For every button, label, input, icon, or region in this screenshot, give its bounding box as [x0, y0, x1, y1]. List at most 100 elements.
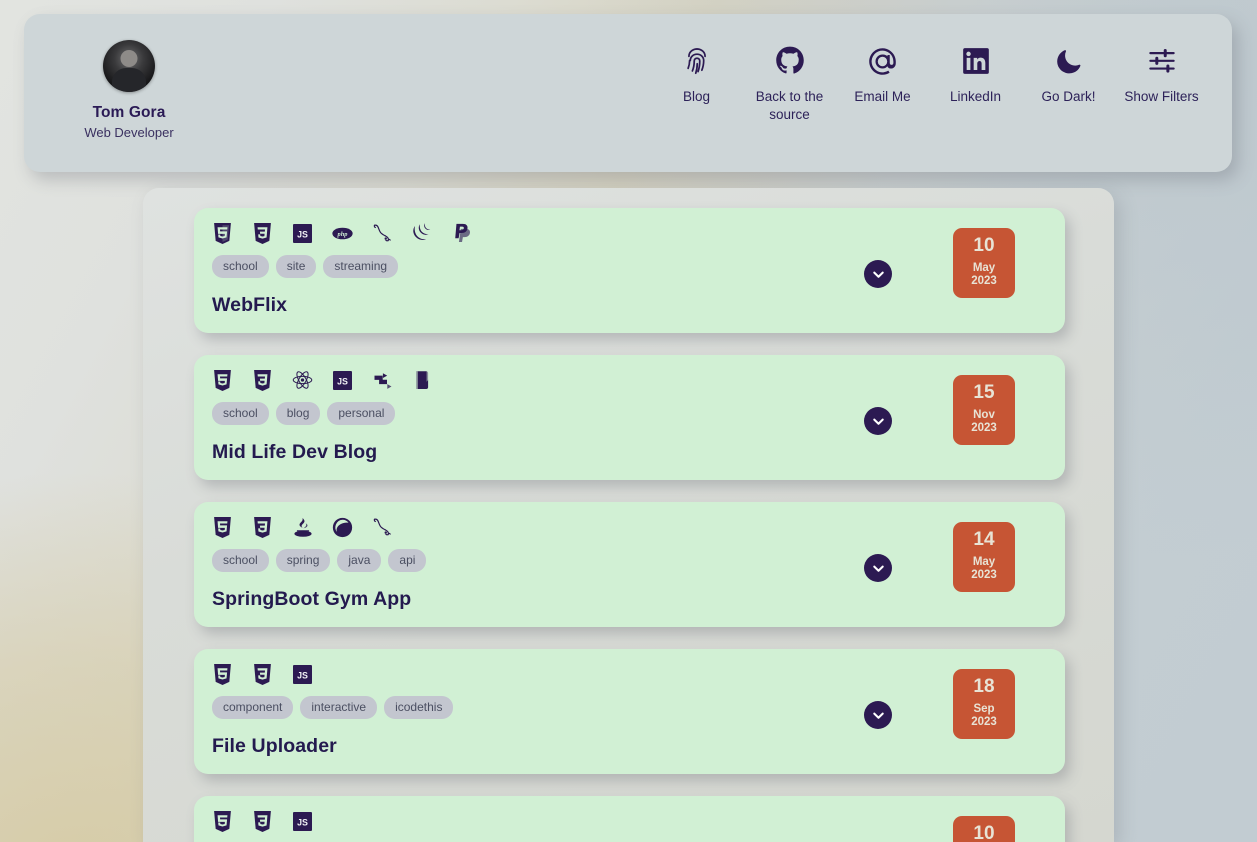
project-card-body: JS school blog personal Mid Life Dev Blo…	[212, 369, 835, 464]
nav-item-back-to-the-source[interactable]: Back to the source	[743, 44, 836, 124]
date-month: May	[972, 261, 996, 274]
javascript-icon: JS	[292, 223, 313, 244]
nav-item-blog[interactable]: Blog	[650, 44, 743, 106]
nav-label: Back to the source	[755, 89, 824, 122]
date-cell: 10	[921, 810, 1047, 842]
tech-icon-row: JS	[212, 663, 835, 685]
html5-icon	[212, 810, 233, 832]
css3-icon	[252, 369, 273, 391]
javascript-icon: JS	[292, 811, 313, 832]
tech-icon-row: JS php	[212, 222, 835, 244]
tech-icon-row: JS	[212, 369, 835, 391]
date-month: Sep	[973, 702, 995, 715]
tag-row: component interactive icodethis	[212, 696, 835, 719]
css3-icon	[252, 222, 273, 244]
date-badge: 15 Nov 2023	[953, 375, 1015, 446]
expand-button[interactable]	[864, 554, 892, 582]
expand-button[interactable]	[864, 260, 892, 288]
expand-cell	[835, 516, 921, 582]
date-day: 15	[973, 382, 995, 403]
nav-item-show-filters[interactable]: Show Filters	[1115, 44, 1208, 106]
project-title: Mid Life Dev Blog	[212, 441, 378, 463]
date-cell: 18 Sep 2023	[921, 663, 1047, 740]
tech-icon-row	[212, 516, 835, 538]
svg-text:JS: JS	[337, 376, 348, 386]
tag[interactable]: school	[212, 255, 269, 278]
tag[interactable]: component	[212, 696, 294, 719]
project-card-body: JS component interactive icodethis File …	[212, 663, 835, 758]
spring-icon	[332, 517, 353, 538]
tech-icon-row: JS	[212, 810, 835, 832]
html5-icon	[212, 516, 233, 538]
expand-button[interactable]	[864, 407, 892, 435]
project-card[interactable]: JS tutorial app oop custom 10	[194, 796, 1065, 842]
date-day: 10	[973, 235, 995, 256]
project-card[interactable]: JS php school site streaming WebFlix 10 …	[194, 208, 1065, 333]
javascript-icon: JS	[292, 664, 313, 685]
sliders-icon	[1147, 44, 1177, 78]
project-title: File Uploader	[212, 735, 337, 757]
date-badge: 10	[953, 816, 1015, 842]
chevron-down-icon	[872, 712, 884, 719]
tag-row: school spring java api	[212, 549, 835, 572]
date-cell: 15 Nov 2023	[921, 369, 1047, 446]
css3-icon	[252, 663, 273, 685]
date-cell: 10 May 2023	[921, 222, 1047, 299]
tag[interactable]: spring	[275, 549, 331, 572]
nav-item-linkedin[interactable]: LinkedIn	[929, 44, 1022, 106]
tag[interactable]: interactive	[300, 696, 378, 719]
linkedin-icon	[962, 44, 990, 78]
nav-item-go-dark[interactable]: Go Dark!	[1022, 44, 1115, 106]
date-day: 14	[973, 529, 995, 550]
expand-cell	[835, 663, 921, 729]
jquery-icon	[412, 223, 433, 244]
project-title: SpringBoot Gym App	[212, 588, 412, 610]
nav-label: Blog	[682, 89, 711, 104]
project-card-list: JS php school site streaming WebFlix 10 …	[143, 208, 1114, 842]
mysql-icon	[372, 223, 393, 244]
tag-row: school blog personal	[212, 402, 835, 425]
html5-icon	[212, 663, 233, 685]
nav-label: Email Me	[854, 89, 911, 104]
project-card-body: JS tutorial app oop custom	[212, 810, 835, 842]
nav-label: Show Filters	[1124, 89, 1199, 104]
tag[interactable]: school	[212, 549, 269, 572]
notebook-icon	[412, 370, 433, 391]
project-card[interactable]: school spring java api SpringBoot Gym Ap…	[194, 502, 1065, 627]
tag[interactable]: java	[337, 549, 382, 572]
tag[interactable]: streaming	[323, 255, 399, 278]
main-navigation: Blog Back to the source Email Me LinkedI…	[210, 30, 1208, 124]
tag[interactable]: blog	[275, 402, 321, 425]
project-title: WebFlix	[212, 294, 288, 316]
tag[interactable]: site	[275, 255, 317, 278]
profile-role: Web Developer	[84, 125, 174, 140]
svg-text:JS: JS	[297, 229, 308, 239]
paypal-icon	[452, 223, 473, 244]
expand-cell	[835, 222, 921, 288]
date-year: 2023	[971, 422, 997, 435]
html5-icon	[212, 222, 233, 244]
css3-icon	[252, 516, 273, 538]
projects-panel: JS php school site streaming WebFlix 10 …	[143, 188, 1114, 842]
moon-icon	[1055, 44, 1083, 78]
tag[interactable]: school	[212, 402, 269, 425]
project-card-body: JS php school site streaming WebFlix	[212, 222, 835, 317]
svg-text:JS: JS	[297, 817, 308, 827]
fingerprint-icon	[683, 44, 711, 78]
date-year: 2023	[971, 275, 997, 288]
nav-label: LinkedIn	[949, 89, 1002, 104]
nav-item-email-me[interactable]: Email Me	[836, 44, 929, 106]
date-badge: 18 Sep 2023	[953, 669, 1015, 740]
tag[interactable]: personal	[327, 402, 396, 425]
date-day: 10	[973, 823, 995, 842]
avatar	[103, 40, 155, 92]
javascript-icon: JS	[332, 370, 353, 391]
date-month: May	[972, 555, 996, 568]
chevron-down-icon	[872, 565, 884, 572]
expand-button[interactable]	[864, 701, 892, 729]
date-year: 2023	[971, 569, 997, 582]
project-card[interactable]: JS component interactive icodethis File …	[194, 649, 1065, 774]
project-card[interactable]: JS school blog personal Mid Life Dev Blo…	[194, 355, 1065, 480]
tag[interactable]: api	[388, 549, 427, 572]
tag[interactable]: icodethis	[384, 696, 454, 719]
